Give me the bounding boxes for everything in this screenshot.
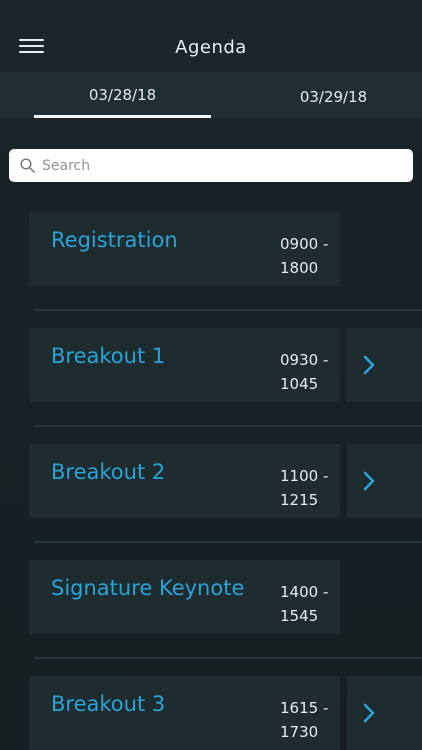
session-time-end: 1545 bbox=[280, 607, 319, 625]
session-title: Breakout 2 bbox=[51, 460, 166, 484]
session-card-registration[interactable]: Registration 0900 - 1800 bbox=[29, 212, 340, 286]
session-time-start: 0900 - bbox=[280, 235, 329, 253]
session-title: Signature Keynote bbox=[51, 576, 245, 600]
session-detail-button-breakout-3[interactable] bbox=[347, 676, 422, 750]
session-time: 0930 - 1045 bbox=[280, 348, 328, 396]
divider bbox=[34, 309, 422, 311]
session-time: 1400 - 1545 bbox=[280, 580, 328, 628]
chevron-right-icon bbox=[363, 471, 375, 491]
chevron-right-icon bbox=[363, 355, 375, 375]
session-time: 1100 - 1215 bbox=[280, 464, 328, 512]
page-title: Agenda bbox=[175, 37, 247, 58]
session-time-end: 1045 bbox=[280, 375, 319, 393]
session-time-start: 1615 - bbox=[280, 699, 329, 717]
tab-label: 03/29/18 bbox=[299, 88, 368, 106]
session-title: Breakout 1 bbox=[51, 344, 166, 368]
search-icon bbox=[20, 158, 35, 173]
session-detail-button-breakout-2[interactable] bbox=[347, 444, 422, 518]
divider bbox=[34, 425, 422, 427]
divider bbox=[34, 541, 422, 543]
session-time: 0900 - 1800 bbox=[280, 232, 328, 280]
tab-date-1[interactable]: 03/28/18 bbox=[34, 72, 211, 118]
session-time-start: 1100 - bbox=[280, 467, 329, 485]
tab-date-2[interactable]: 03/29/18 bbox=[245, 72, 422, 118]
chevron-right-icon bbox=[363, 703, 375, 723]
session-time-start: 1400 - bbox=[280, 583, 329, 601]
top-bar: Agenda bbox=[0, 0, 422, 72]
session-card-breakout-3[interactable]: Breakout 3 1615 - 1730 bbox=[29, 676, 340, 750]
session-time-start: 0930 - bbox=[280, 351, 329, 369]
session-card-breakout-1[interactable]: Breakout 1 0930 - 1045 bbox=[29, 328, 340, 402]
session-time: 1615 - 1730 bbox=[280, 696, 328, 744]
session-time-end: 1215 bbox=[280, 491, 319, 509]
session-title: Registration bbox=[51, 228, 178, 252]
tab-label: 03/28/18 bbox=[88, 86, 157, 104]
search-bar[interactable] bbox=[9, 149, 413, 182]
agenda-screen: Agenda 03/28/18 03/29/18 Registration 09… bbox=[0, 0, 422, 750]
session-card-breakout-2[interactable]: Breakout 2 1100 - 1215 bbox=[29, 444, 340, 518]
session-detail-button-breakout-1[interactable] bbox=[347, 328, 422, 402]
search-input[interactable] bbox=[42, 149, 402, 182]
date-tabs: 03/28/18 03/29/18 bbox=[0, 72, 422, 118]
session-time-end: 1800 bbox=[280, 259, 319, 277]
session-card-signature-keynote[interactable]: Signature Keynote 1400 - 1545 bbox=[29, 560, 340, 634]
session-title: Breakout 3 bbox=[51, 692, 166, 716]
divider bbox=[34, 657, 422, 659]
active-tab-indicator bbox=[34, 115, 211, 118]
session-time-end: 1730 bbox=[280, 723, 319, 741]
